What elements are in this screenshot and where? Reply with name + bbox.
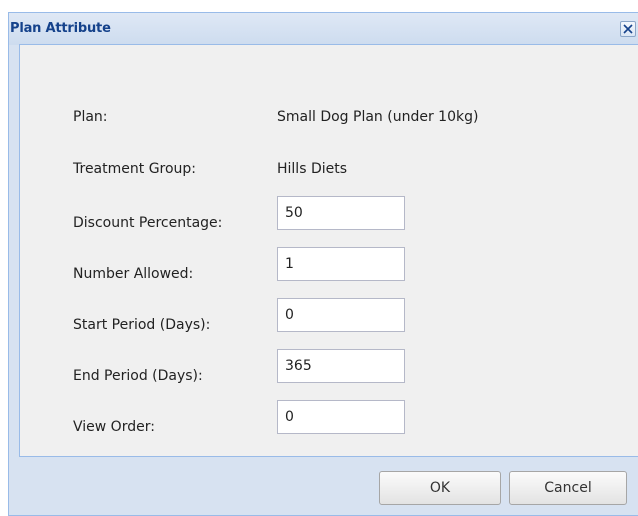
view-order-field[interactable]: 0 bbox=[277, 400, 405, 434]
close-button[interactable] bbox=[620, 21, 636, 37]
end-period-label: End Period (Days): bbox=[73, 368, 203, 384]
discount-percentage-field[interactable]: 50 bbox=[277, 196, 405, 230]
ok-button[interactable]: OK bbox=[379, 471, 501, 505]
end-period-field[interactable]: 365 bbox=[277, 349, 405, 383]
start-period-field[interactable]: 0 bbox=[277, 298, 405, 332]
plan-label: Plan: bbox=[73, 109, 108, 125]
cancel-button[interactable]: Cancel bbox=[509, 471, 627, 505]
treatment-group-value: Hills Diets bbox=[277, 161, 348, 177]
dialog-titlebar[interactable]: Plan Attribute bbox=[9, 13, 638, 45]
plan-attribute-dialog: Plan Attribute Plan: Small Dog Plan (und… bbox=[8, 12, 638, 516]
start-period-label: Start Period (Days): bbox=[73, 317, 211, 333]
number-allowed-field[interactable]: 1 bbox=[277, 247, 405, 281]
number-allowed-label: Number Allowed: bbox=[73, 266, 194, 282]
plan-value: Small Dog Plan (under 10kg) bbox=[277, 109, 479, 125]
view-order-label: View Order: bbox=[73, 419, 155, 435]
close-icon bbox=[623, 24, 633, 34]
discount-percentage-label: Discount Percentage: bbox=[73, 215, 223, 231]
treatment-group-label: Treatment Group: bbox=[73, 161, 197, 177]
dialog-title: Plan Attribute bbox=[10, 21, 111, 36]
